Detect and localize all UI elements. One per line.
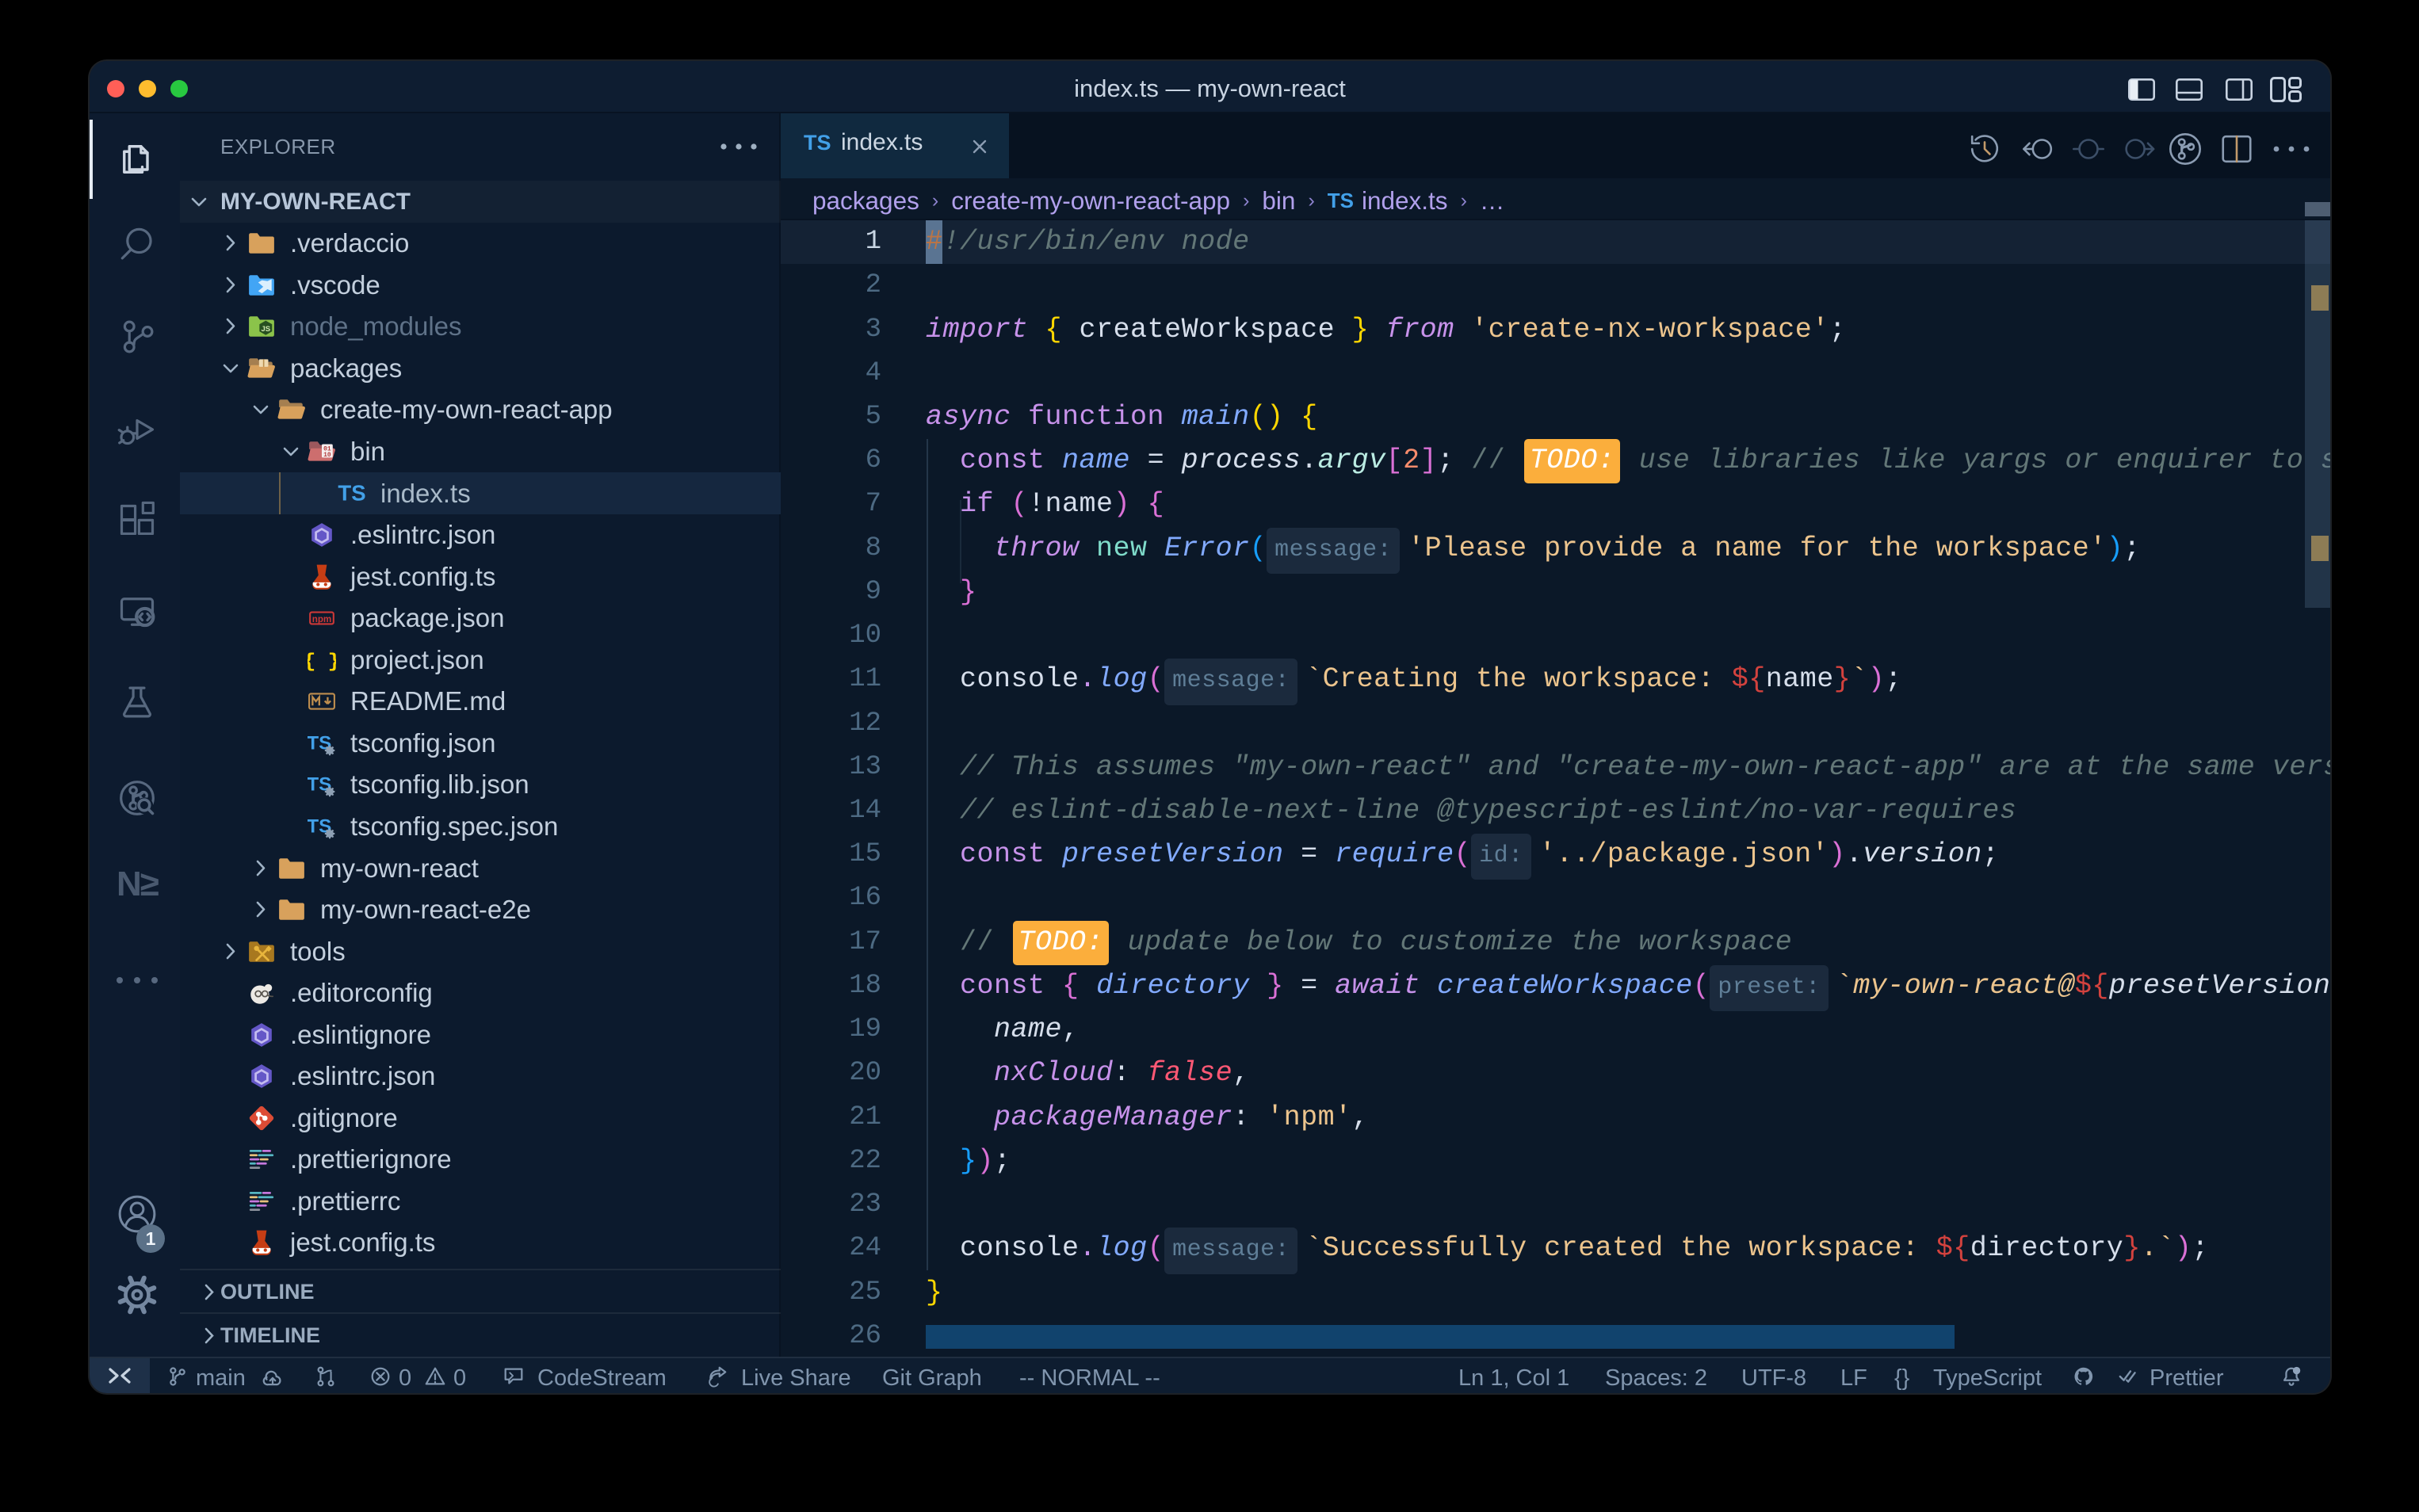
svg-text:{ }: { } xyxy=(308,650,336,673)
svg-text:JS: JS xyxy=(261,324,270,333)
svg-text:npm: npm xyxy=(312,613,332,624)
svg-text:10: 10 xyxy=(323,451,331,458)
svg-text:TS: TS xyxy=(338,480,365,505)
